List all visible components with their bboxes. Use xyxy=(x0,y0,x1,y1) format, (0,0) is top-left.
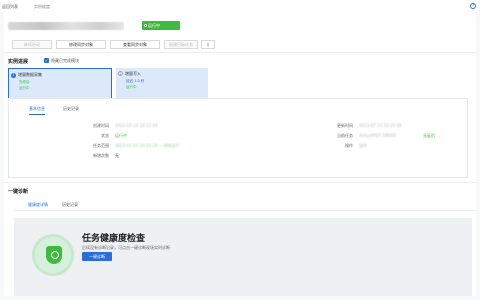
hide-completed-label: 隐藏已完成模块 xyxy=(51,58,79,63)
task-range-value: 2023-07-10 10:23:18 ~ 持续运行 xyxy=(115,143,180,148)
step-2-header: 2 增量写入 延迟 1.0 秒 运行中 xyxy=(118,71,145,89)
help-icon[interactable]: ? xyxy=(470,3,476,9)
divider xyxy=(14,210,476,211)
progress-title: 实例进展 xyxy=(8,59,29,65)
divider xyxy=(4,52,476,53)
divider xyxy=(4,182,476,183)
tab-basic-info[interactable]: 基本信息 xyxy=(29,106,45,115)
health-check-title: 任务健康度检查 xyxy=(82,234,146,244)
detail-panel: 基本信息 历史记录 创建时间 2023-07-10 10:23:18 状态 运行… xyxy=(8,98,468,178)
retry-count-label: 新增次数 xyxy=(93,153,109,158)
view-sync-object-button[interactable]: 查看同步对象 xyxy=(110,40,160,49)
step-1-header: 1 增量数据采集 完成后 运行中 xyxy=(11,72,42,90)
continue-start-button[interactable]: 继续启动 xyxy=(12,40,52,49)
created-time-label: 创建时间 xyxy=(93,123,109,128)
retry-count-value: 无 xyxy=(115,153,119,158)
tab-history[interactable]: 历史记录 xyxy=(63,106,79,112)
breadcrumb-current[interactable]: 实例维度 xyxy=(34,4,50,10)
running-icon xyxy=(144,24,147,27)
created-time-value: 2023-07-10 10:23:18 xyxy=(115,123,158,128)
modify-sync-object-button[interactable]: 修改同步对象 xyxy=(56,40,106,49)
breadcrumb-back[interactable]: 返回列表 xyxy=(2,4,18,10)
task-range-label: 任务范围 xyxy=(93,143,109,148)
create-target-task-button[interactable]: 创建目标任务 xyxy=(164,40,198,49)
one-click-diagnose-button[interactable]: 一键诊断 xyxy=(82,252,112,261)
health-check-desc: 后续没有诊断记录，可点击一键诊断现场实时诊断 xyxy=(82,245,170,250)
update-time-label: 更新时间 xyxy=(337,123,353,128)
top-bar: 返回列表 实例维度 ? xyxy=(0,0,480,12)
tab-diagnose-history[interactable]: 历史记录 xyxy=(62,202,78,208)
health-check-panel: 任务健康度检查 后续没有诊断记录，可点击一键诊断现场实时诊断 一键诊断 xyxy=(14,218,472,296)
pause-link[interactable]: 暂停 xyxy=(359,143,367,149)
more-button[interactable]: ◊ xyxy=(201,40,215,49)
shield-icon xyxy=(32,234,74,276)
task-title-redacted xyxy=(8,22,124,30)
status-value: 运行中 xyxy=(115,133,127,138)
diagnose-title: 一键诊断 xyxy=(8,189,29,195)
update-time-value: 2023-07-10 10:23:18 xyxy=(359,123,402,128)
current-task-value: defaultPDT-1f8000 xyxy=(359,133,397,138)
operation-label: 操作 xyxy=(345,143,353,148)
status-badge: 运行中 xyxy=(142,21,180,30)
hide-completed-checkbox[interactable]: ✓ xyxy=(44,58,49,63)
delay-status: 无延迟 xyxy=(423,133,435,138)
status-label: 状态 xyxy=(101,133,109,138)
current-task-label: 当前任务 xyxy=(337,133,353,138)
